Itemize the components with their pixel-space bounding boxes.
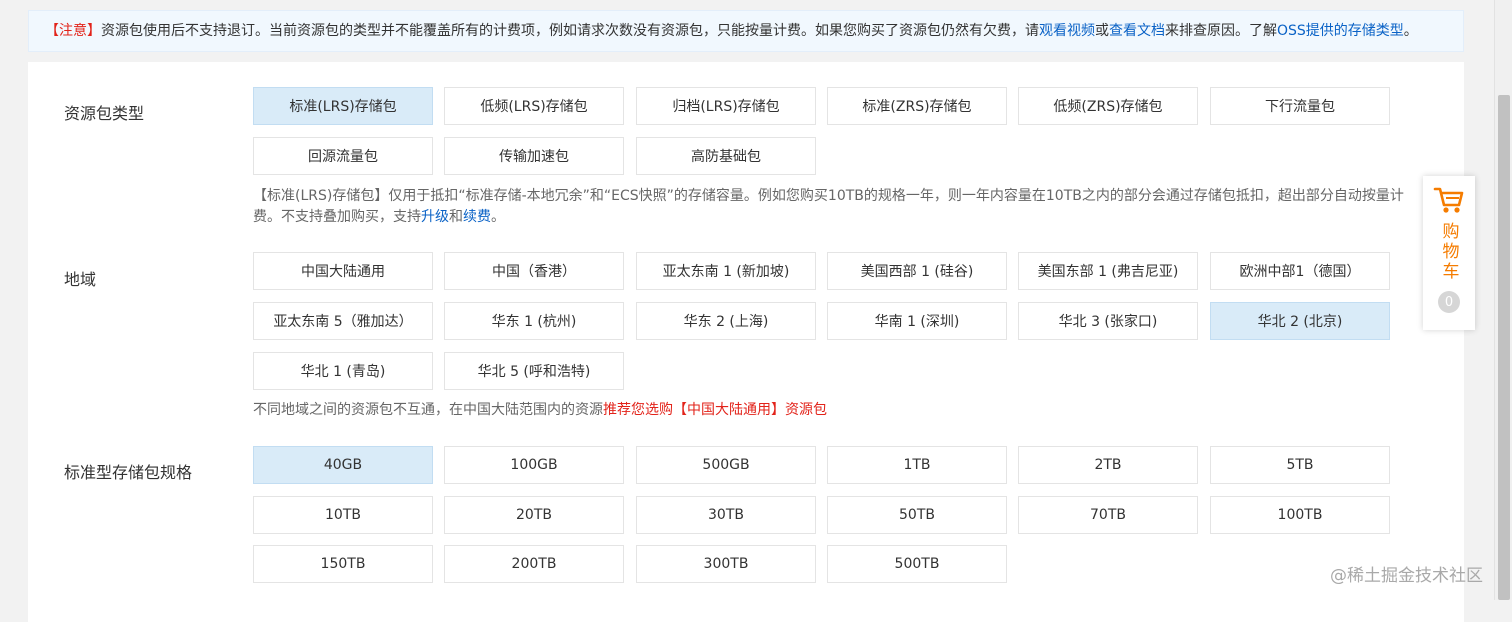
package-type-option[interactable]: 传输加速包 xyxy=(444,137,624,175)
package-type-option[interactable]: 标准(LRS)存储包 xyxy=(253,87,433,125)
package-desc-and: 和 xyxy=(449,209,463,225)
region-option[interactable]: 华东 2 (上海) xyxy=(636,302,816,340)
spec-option[interactable]: 2TB xyxy=(1018,446,1198,484)
spec-option[interactable]: 30TB xyxy=(636,496,816,534)
package-type-option[interactable]: 归档(LRS)存储包 xyxy=(636,87,816,125)
spec-label: 标准型存储包规格 xyxy=(64,463,193,482)
notice-text: 资源包使用后不支持退订。当前资源包的类型并不能覆盖所有的计费项，例如请求次数没有… xyxy=(101,23,1039,39)
spec-option[interactable]: 5TB xyxy=(1210,446,1390,484)
spec-option[interactable]: 100GB xyxy=(444,446,624,484)
spec-option[interactable]: 200TB xyxy=(444,545,624,583)
package-type-label: 资源包类型 xyxy=(64,104,145,123)
notice-or: 或 xyxy=(1095,23,1109,39)
region-option[interactable]: 亚太东南 1 (新加坡) xyxy=(636,252,816,290)
watch-video-link[interactable]: 观看视频 xyxy=(1039,23,1095,39)
package-desc-end: 。 xyxy=(491,209,505,225)
region-option[interactable]: 美国东部 1 (弗吉尼亚) xyxy=(1018,252,1198,290)
spec-option[interactable]: 50TB xyxy=(827,496,1007,534)
spec-option[interactable]: 300TB xyxy=(636,545,816,583)
region-description: 不同地域之间的资源包不互通，在中国大陆范围内的资源推荐您选购【中国大陆通用】资源… xyxy=(253,400,1413,421)
cart-count-badge: 0 xyxy=(1438,291,1460,313)
region-option[interactable]: 中国（香港） xyxy=(444,252,624,290)
spec-option[interactable]: 100TB xyxy=(1210,496,1390,534)
notice-bar: 【注意】资源包使用后不支持退订。当前资源包的类型并不能覆盖所有的计费项，例如请求… xyxy=(28,10,1464,52)
scrollbar-thumb[interactable] xyxy=(1498,95,1510,600)
spec-option[interactable]: 500TB xyxy=(827,545,1007,583)
package-type-option[interactable]: 下行流量包 xyxy=(1210,87,1390,125)
region-option[interactable]: 美国西部 1 (硅谷) xyxy=(827,252,1007,290)
package-type-option[interactable]: 标准(ZRS)存储包 xyxy=(827,87,1007,125)
page-scrollbar[interactable] xyxy=(1494,0,1512,600)
region-option[interactable]: 华东 1 (杭州) xyxy=(444,302,624,340)
region-recommend-text: 推荐您选购【中国大陆通用】资源包 xyxy=(603,402,827,418)
cart-label: 购物车 xyxy=(1438,222,1459,282)
region-option[interactable]: 华北 5 (呼和浩特) xyxy=(444,352,624,390)
spec-option[interactable]: 150TB xyxy=(253,545,433,583)
region-label: 地域 xyxy=(64,270,97,289)
notice-end: 。 xyxy=(1403,23,1418,39)
spec-option[interactable]: 1TB xyxy=(827,446,1007,484)
spec-option[interactable]: 10TB xyxy=(253,496,433,534)
region-option[interactable]: 华北 3 (张家口) xyxy=(1018,302,1198,340)
package-type-option[interactable]: 低频(LRS)存储包 xyxy=(444,87,624,125)
region-option[interactable]: 中国大陆通用 xyxy=(253,252,433,290)
notice-text-2: 来排查原因。了解 xyxy=(1165,23,1277,39)
spec-option[interactable]: 20TB xyxy=(444,496,624,534)
spec-option[interactable]: 40GB xyxy=(253,446,433,484)
region-option[interactable]: 欧洲中部1（德国） xyxy=(1210,252,1390,290)
oss-storage-types-link[interactable]: OSS提供的存储类型 xyxy=(1277,23,1404,39)
upgrade-link[interactable]: 升级 xyxy=(421,209,449,225)
package-type-option[interactable]: 低频(ZRS)存储包 xyxy=(1018,87,1198,125)
spec-option[interactable]: 500GB xyxy=(636,446,816,484)
package-type-option[interactable]: 回源流量包 xyxy=(253,137,433,175)
watermark: @稀土掘金技术社区 xyxy=(1330,566,1483,586)
view-doc-link[interactable]: 查看文档 xyxy=(1109,23,1165,39)
spec-option[interactable]: 70TB xyxy=(1018,496,1198,534)
region-option[interactable]: 华北 2 (北京) xyxy=(1210,302,1390,340)
package-type-description: 【标准(LRS)存储包】仅用于抵扣“标准存储-本地冗余”和“ECS快照”的存储容… xyxy=(253,186,1413,228)
region-desc-text: 不同地域之间的资源包不互通，在中国大陆范围内的资源 xyxy=(253,402,603,418)
cart-icon xyxy=(1433,187,1464,213)
package-type-option[interactable]: 高防基础包 xyxy=(636,137,816,175)
notice-tag: 【注意】 xyxy=(45,23,101,39)
region-option[interactable]: 亚太东南 5（雅加达） xyxy=(253,302,433,340)
shopping-cart-widget[interactable]: 购物车 0 xyxy=(1423,176,1475,330)
renew-link[interactable]: 续费 xyxy=(463,209,491,225)
region-option[interactable]: 华北 1 (青岛) xyxy=(253,352,433,390)
region-option[interactable]: 华南 1 (深圳) xyxy=(827,302,1007,340)
